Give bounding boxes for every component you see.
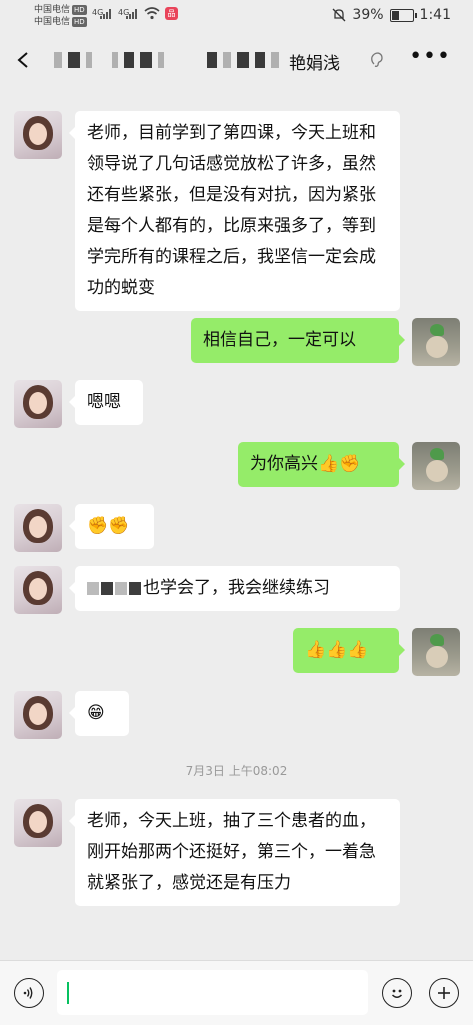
- battery-icon: [389, 8, 417, 22]
- message-bubble[interactable]: 嗯嗯: [69, 380, 143, 425]
- avatar[interactable]: [14, 566, 62, 614]
- plus-icon: [438, 987, 450, 999]
- message-bubble[interactable]: 也学会了，我会继续练习: [69, 566, 400, 611]
- more-icon[interactable]: •••: [409, 44, 451, 69]
- title-redacted-2: [112, 52, 164, 68]
- status-bar: 中国电信 HD 中国电信 HD 4G 4G 品 39% 1:41: [0, 0, 473, 32]
- chat-header: 艳娟浅 •••: [0, 32, 473, 88]
- timestamp: 7月3日 上午08:02: [185, 764, 288, 778]
- message-bubble[interactable]: 老师，今天上班，抽了三个患者的血，刚开始那两个还挺好，第三个，一着急就紧张了，感…: [69, 799, 400, 906]
- app-notification-icon: 品: [165, 7, 178, 20]
- message-bubble[interactable]: 为你高兴👍✊: [238, 442, 405, 487]
- voice-icon: [23, 987, 33, 999]
- signal-1-icon: [100, 9, 111, 19]
- message-bubble[interactable]: 😁: [69, 691, 129, 736]
- carrier-2: 中国电信 HD: [34, 17, 87, 27]
- redacted-text: [115, 581, 127, 595]
- avatar[interactable]: [14, 504, 62, 552]
- signal-2-icon: [126, 9, 137, 19]
- plus-button[interactable]: [429, 978, 459, 1008]
- back-arrow-icon[interactable]: [16, 51, 34, 69]
- mute-icon: [332, 8, 346, 22]
- message-text: 也学会了，我会继续练习: [143, 578, 330, 598]
- avatar[interactable]: [14, 380, 62, 428]
- battery-percent: 39%: [352, 7, 384, 23]
- message-bubble[interactable]: 👍👍👍: [293, 628, 405, 673]
- avatar[interactable]: [14, 111, 62, 159]
- chat-title: 艳娟浅: [289, 54, 340, 74]
- emoji-icon: [391, 989, 403, 998]
- avatar[interactable]: [412, 318, 460, 366]
- avatar[interactable]: [412, 628, 460, 676]
- text-caret: [67, 982, 69, 1004]
- title-redacted: [54, 52, 92, 68]
- wifi-icon: [144, 7, 160, 20]
- voice-button[interactable]: [14, 978, 44, 1008]
- redacted-text: [129, 581, 141, 595]
- message-bubble[interactable]: ✊✊: [69, 504, 154, 549]
- avatar[interactable]: [412, 442, 460, 490]
- message-bubble[interactable]: 相信自己，一定可以: [191, 318, 405, 363]
- redacted-text: [87, 581, 99, 595]
- input-bar: [0, 960, 473, 1025]
- avatar[interactable]: [14, 799, 62, 847]
- title-redacted-3: [207, 52, 279, 68]
- redacted-text: [101, 581, 113, 595]
- avatar[interactable]: [14, 691, 62, 739]
- earpiece-icon: [371, 52, 383, 67]
- emoji-button[interactable]: [382, 978, 412, 1008]
- clock: 1:41: [419, 7, 451, 23]
- carrier-1: 中国电信 HD: [34, 5, 87, 15]
- message-bubble[interactable]: 老师，目前学到了第四课，今天上班和领导说了几句话感觉放松了许多，虽然还有些紧张，…: [69, 111, 400, 311]
- message-input[interactable]: [57, 970, 368, 1015]
